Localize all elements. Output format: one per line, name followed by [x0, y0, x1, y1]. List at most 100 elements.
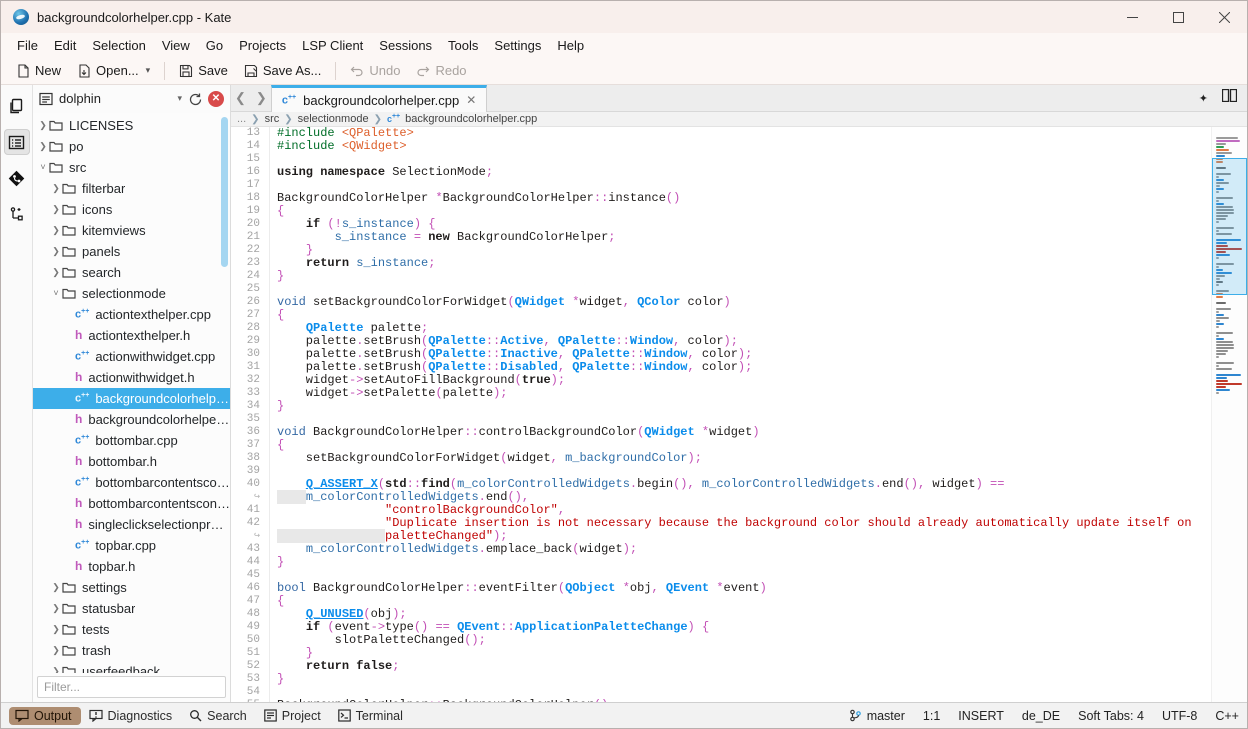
minimap[interactable]	[1211, 127, 1247, 702]
tree-item-backgroundcolorhelper.c...[interactable]: c++backgroundcolorhelper.c...	[33, 388, 230, 409]
menu-settings[interactable]: Settings	[486, 36, 549, 55]
git-branch-indicator[interactable]: master	[849, 709, 905, 723]
status-c-[interactable]: C++	[1215, 709, 1239, 723]
toolview-button-search[interactable]: Search	[183, 707, 256, 725]
tree-item-userfeedback[interactable]: ❯userfeedback	[33, 661, 230, 674]
tree-item-filterbar[interactable]: ❯filterbar	[33, 178, 230, 199]
menu-go[interactable]: Go	[198, 36, 231, 55]
tree-chevron-icon[interactable]: ❯	[50, 582, 62, 593]
tree-item-settings[interactable]: ❯settings	[33, 577, 230, 598]
documents-toolview-icon[interactable]	[4, 93, 30, 119]
header-file-icon: h	[75, 517, 82, 531]
menu-help[interactable]: Help	[549, 36, 592, 55]
toolview-button-output[interactable]: Output	[9, 707, 81, 725]
tree-item-actiontexthelper.cpp[interactable]: c++actiontexthelper.cpp	[33, 304, 230, 325]
tree-item-statusbar[interactable]: ❯statusbar	[33, 598, 230, 619]
tree-scrollbar-thumb[interactable]	[221, 117, 228, 267]
tree-item-actiontexthelper.h[interactable]: hactiontexthelper.h	[33, 325, 230, 346]
git-toolview-icon[interactable]	[4, 165, 30, 191]
tree-item-bottombarcontentscont...[interactable]: c++bottombarcontentscont...	[33, 472, 230, 493]
projects-toolview-icon[interactable]	[4, 129, 30, 155]
status-de-de[interactable]: de_DE	[1022, 709, 1060, 723]
quick-open-icon[interactable]: ✦	[1199, 92, 1208, 105]
tree-chevron-icon[interactable]: ❯	[50, 246, 62, 257]
nav-forward-icon[interactable]: ❯	[256, 90, 267, 106]
tab-backgroundcolorhelper[interactable]: c++ backgroundcolorhelper.cpp ✕	[271, 85, 487, 112]
open-dropdown-chevron[interactable]: ▾	[146, 65, 151, 76]
nav-back-icon[interactable]: ❮	[235, 90, 246, 106]
tree-filter-input[interactable]	[38, 680, 225, 694]
breadcrumb-item[interactable]: selectionmode	[298, 113, 369, 125]
tree-item-src[interactable]: ˅src	[33, 157, 230, 178]
tree-chevron-icon[interactable]: ❯	[50, 666, 62, 674]
symbols-toolview-icon[interactable]	[4, 201, 30, 227]
tree-item-topbar.cpp[interactable]: c++topbar.cpp	[33, 535, 230, 556]
status-utf-8[interactable]: UTF-8	[1162, 709, 1197, 723]
tree-item-selectionmode[interactable]: ˅selectionmode	[33, 283, 230, 304]
tree-item-kitemviews[interactable]: ❯kitemviews	[33, 220, 230, 241]
tree-chevron-icon[interactable]: ❯	[50, 267, 62, 278]
status-insert[interactable]: INSERT	[958, 709, 1004, 723]
tree-item-trash[interactable]: ❯trash	[33, 640, 230, 661]
tree-item-actionwithwidget.cpp[interactable]: c++actionwithwidget.cpp	[33, 346, 230, 367]
tree-item-panels[interactable]: ❯panels	[33, 241, 230, 262]
tree-item-tests[interactable]: ❯tests	[33, 619, 230, 640]
tree-chevron-icon[interactable]: ❯	[50, 603, 62, 614]
tree-item-search[interactable]: ❯search	[33, 262, 230, 283]
menu-view[interactable]: View	[154, 36, 198, 55]
line-number: 28	[231, 322, 269, 335]
tree-item-po[interactable]: ❯po	[33, 136, 230, 157]
tree-chevron-icon[interactable]: ❯	[50, 624, 62, 635]
tree-chevron-icon[interactable]: ❯	[50, 183, 62, 194]
save-as-button[interactable]: Save As...	[237, 60, 329, 81]
new-button[interactable]: New	[9, 60, 68, 81]
tree-item-licenses[interactable]: ❯LICENSES	[33, 115, 230, 136]
toolview-button-project[interactable]: Project	[258, 707, 330, 725]
minimap-viewport[interactable]	[1212, 158, 1247, 295]
tree-chevron-icon[interactable]: ❯	[37, 141, 49, 152]
undo-button[interactable]: Undo	[343, 60, 407, 81]
tree-chevron-icon[interactable]: ˅	[50, 288, 62, 298]
breadcrumb-overflow[interactable]: ...	[237, 113, 246, 125]
project-dropdown-chevron[interactable]: ▾	[177, 93, 182, 104]
toolview-button-terminal[interactable]: Terminal	[332, 707, 412, 725]
menu-file[interactable]: File	[9, 36, 46, 55]
breadcrumb-item[interactable]: src	[265, 113, 280, 125]
status-soft-tabs-4[interactable]: Soft Tabs: 4	[1078, 709, 1144, 723]
minimize-button[interactable]	[1109, 1, 1155, 33]
tree-chevron-icon[interactable]: ❯	[50, 225, 62, 236]
toolview-button-diagnostics[interactable]: Diagnostics	[83, 707, 182, 725]
tree-chevron-icon[interactable]: ❯	[37, 120, 49, 131]
tree-item-singleclickselectionproxy...[interactable]: hsingleclickselectionproxy...	[33, 514, 230, 535]
menu-lsp-client[interactable]: LSP Client	[294, 36, 371, 55]
open-button[interactable]: Open... ▾	[70, 60, 157, 81]
split-view-icon[interactable]	[1222, 89, 1237, 107]
breadcrumb-item[interactable]: backgroundcolorhelper.cpp	[405, 113, 537, 125]
project-close-icon[interactable]: ✕	[208, 91, 224, 107]
menu-sessions[interactable]: Sessions	[371, 36, 440, 55]
tab-close-icon[interactable]: ✕	[466, 93, 476, 107]
tree-item-icons[interactable]: ❯icons	[33, 199, 230, 220]
save-button[interactable]: Save	[172, 60, 235, 81]
tree-chevron-icon[interactable]: ˅	[37, 162, 49, 172]
menu-tools[interactable]: Tools	[440, 36, 486, 55]
redo-button[interactable]: Redo	[409, 60, 473, 81]
tree-item-bottombar.h[interactable]: hbottombar.h	[33, 451, 230, 472]
tree-item-actionwithwidget.h[interactable]: hactionwithwidget.h	[33, 367, 230, 388]
tree-chevron-icon[interactable]: ❯	[50, 204, 62, 215]
menu-selection[interactable]: Selection	[84, 36, 153, 55]
close-button[interactable]	[1201, 1, 1247, 33]
tree-item-bottombar.cpp[interactable]: c++bottombar.cpp	[33, 430, 230, 451]
project-reload-icon[interactable]	[188, 92, 202, 106]
line-number: 48	[231, 608, 269, 621]
tree-item-bottombarcontentscont...[interactable]: hbottombarcontentscont...	[33, 493, 230, 514]
project-name[interactable]: dolphin	[59, 91, 171, 106]
code-editor[interactable]: 13#include <QPalette>14#include <QWidget…	[231, 127, 1211, 702]
status-1-1[interactable]: 1:1	[923, 709, 940, 723]
tree-chevron-icon[interactable]: ❯	[50, 645, 62, 656]
maximize-button[interactable]	[1155, 1, 1201, 33]
menu-projects[interactable]: Projects	[231, 36, 294, 55]
menu-edit[interactable]: Edit	[46, 36, 84, 55]
tree-item-topbar.h[interactable]: htopbar.h	[33, 556, 230, 577]
tree-item-backgroundcolorhelper.h[interactable]: hbackgroundcolorhelper.h	[33, 409, 230, 430]
